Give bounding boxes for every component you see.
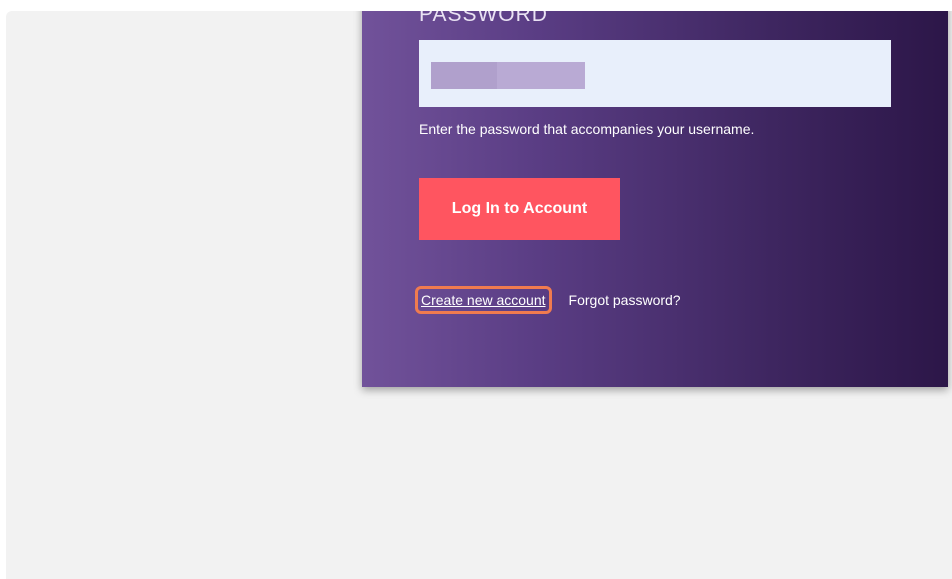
page-viewport: PASSWORD Enter the password that accompa… <box>6 11 952 579</box>
password-input[interactable] <box>419 40 891 107</box>
password-mask-segment <box>497 62 585 89</box>
masked-password-value <box>431 62 585 89</box>
forgot-password-link[interactable]: Forgot password? <box>569 291 681 309</box>
login-panel: PASSWORD Enter the password that accompa… <box>362 11 948 387</box>
login-button[interactable]: Log In to Account <box>419 178 620 240</box>
password-label: PASSWORD <box>419 11 548 26</box>
create-account-link[interactable]: Create new account <box>415 286 552 314</box>
account-links: Create new account Forgot password? <box>415 286 681 314</box>
password-mask-segment <box>431 62 497 89</box>
password-help-text: Enter the password that accompanies your… <box>419 121 755 137</box>
